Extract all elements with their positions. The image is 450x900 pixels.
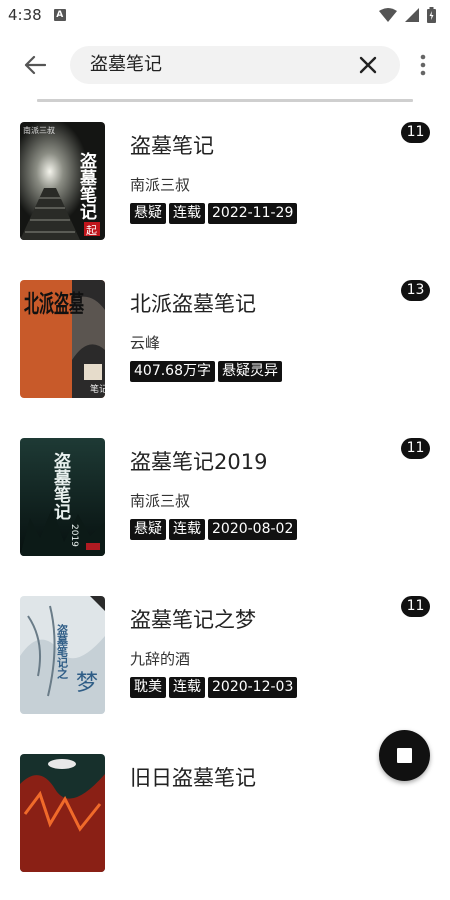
- source-count-badge: 11: [401, 122, 430, 143]
- book-tag: 2020-08-02: [208, 519, 298, 540]
- book-author: 南派三叔: [130, 492, 191, 510]
- book-list-item[interactable]: 北派盗墓 笔记 北派盗墓笔记 云峰 407.68万字 悬疑灵异 13: [0, 268, 450, 426]
- book-tag: 悬疑灵异: [218, 361, 282, 382]
- book-author: 九辞的酒: [130, 650, 191, 668]
- book-tags: 耽美 连载 2020-12-03: [130, 677, 298, 698]
- source-count-badge: 13: [401, 280, 430, 301]
- book-list-item[interactable]: 南派三叔 盗墓笔记 起 盗墓笔记 南派三叔 悬疑 连载 2022-11-29 1…: [0, 110, 450, 268]
- wifi-icon: [379, 8, 397, 22]
- cover-sub-text: 梦: [76, 671, 98, 696]
- arrow-left-icon: [24, 55, 46, 75]
- battery-icon: [427, 7, 436, 23]
- stop-icon: [397, 748, 412, 763]
- stop-fab-button[interactable]: [379, 730, 430, 781]
- book-tags: 悬疑 连载 2022-11-29: [130, 203, 298, 224]
- clear-search-button[interactable]: [354, 51, 382, 79]
- signal-icon: [405, 8, 419, 22]
- cover-title-text: 盗墓笔记之: [56, 623, 70, 680]
- cover-sub-text: 笔记: [90, 383, 105, 395]
- book-tags: 悬疑 连载 2020-08-02: [130, 519, 298, 540]
- book-list-item[interactable]: 盗墓笔记 2019 盗墓笔记2019 南派三叔 悬疑 连载 2020-08-02…: [0, 426, 450, 584]
- book-author: 南派三叔: [130, 176, 191, 194]
- book-title: 盗墓笔记: [130, 134, 214, 158]
- book-author: 云峰: [130, 334, 161, 352]
- cover-title-text: 盗墓笔记: [50, 451, 72, 520]
- notification-icon: A: [53, 9, 66, 21]
- cover-title-text: 北派盗墓: [24, 289, 85, 318]
- source-count-badge: 11: [401, 438, 430, 459]
- book-tag: 2022-11-29: [208, 203, 298, 224]
- back-button[interactable]: [18, 48, 52, 82]
- more-options-button[interactable]: [410, 50, 436, 80]
- book-tag: 连载: [169, 519, 205, 540]
- book-tag: 悬疑: [130, 203, 166, 224]
- close-icon: [359, 56, 377, 74]
- book-cover: 南派三叔 盗墓笔记 起: [20, 122, 105, 240]
- search-toolbar: 盗墓笔记: [0, 40, 450, 90]
- cover-badge-text: 起: [86, 224, 97, 237]
- status-time: 4:38: [8, 6, 42, 24]
- book-tag: 2020-12-03: [208, 677, 298, 698]
- more-vert-icon: [420, 54, 426, 76]
- book-tags: 407.68万字 悬疑灵异: [130, 361, 282, 382]
- cover-title-text: 盗墓笔记: [76, 151, 98, 220]
- search-input[interactable]: 盗墓笔记: [70, 46, 400, 84]
- book-title: 盗墓笔记之梦: [130, 608, 256, 632]
- cover-sub-text: 2019: [69, 524, 79, 547]
- book-tag: 悬疑: [130, 519, 166, 540]
- cover-author-text: 南派三叔: [23, 125, 55, 135]
- book-title: 北派盗墓笔记: [130, 292, 256, 316]
- source-count-badge: 11: [401, 596, 430, 617]
- book-cover: 盗墓笔记之 梦: [20, 596, 105, 714]
- book-cover: 盗墓笔记 2019: [20, 438, 105, 556]
- book-title: 旧日盗墓笔记: [130, 766, 256, 790]
- book-title: 盗墓笔记2019: [130, 450, 268, 474]
- book-tag: 耽美: [130, 677, 166, 698]
- book-cover: [20, 754, 105, 872]
- search-divider: [37, 99, 413, 102]
- book-cover: 北派盗墓 笔记: [20, 280, 105, 398]
- book-list-item[interactable]: 盗墓笔记之 梦 盗墓笔记之梦 九辞的酒 耽美 连载 2020-12-03 11: [0, 584, 450, 742]
- book-tag: 连载: [169, 677, 205, 698]
- book-tag: 连载: [169, 203, 205, 224]
- search-query-text: 盗墓笔记: [90, 54, 162, 75]
- status-bar: 4:38 A: [0, 0, 450, 30]
- book-tag: 407.68万字: [130, 361, 215, 382]
